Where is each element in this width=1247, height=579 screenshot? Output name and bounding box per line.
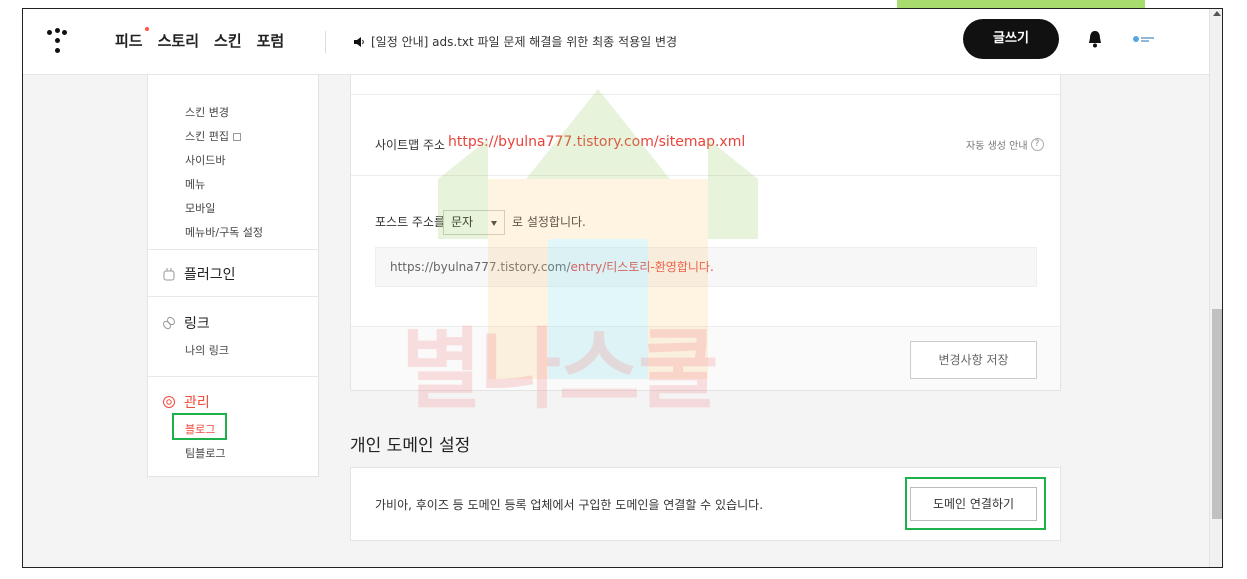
scroll-thumb[interactable] — [1212, 309, 1222, 519]
tistory-logo-icon[interactable] — [47, 28, 67, 54]
top-green-tab — [897, 0, 1145, 8]
nav-story-label: 스토리 — [157, 32, 200, 50]
sidebar-item-mobile[interactable]: 모바일 — [185, 200, 215, 216]
nav-skin[interactable]: 스킨 — [214, 30, 242, 51]
external-link-icon — [232, 133, 241, 141]
manage-label: 관리 — [184, 395, 210, 411]
top-header: 피드 스토리 스킨 포럼 [일정 안내] ads.txt 파일 문제 해결을 위… — [23, 9, 1209, 75]
link-icon — [163, 316, 175, 330]
notice-text: [일정 안내] ads.txt 파일 문제 해결을 위한 최종 적용일 변경 — [371, 35, 678, 49]
nav-forum[interactable]: 포럼 — [257, 30, 285, 51]
nav-forum-label: 포럼 — [256, 32, 285, 50]
plugin-icon — [163, 268, 175, 281]
sidebar-item-skin-edit[interactable]: 스킨 편집 — [185, 128, 241, 144]
nav-feed[interactable]: 피드 — [115, 27, 149, 51]
post-address-label: 포스트 주소를 — [375, 215, 446, 229]
post-url-preview: https://byulna777.tistory.com/entry/티스토리… — [375, 247, 1037, 287]
speaker-icon — [354, 36, 364, 47]
sidebar-item-sidebar[interactable]: 사이드바 — [185, 152, 225, 168]
scroll-up-icon[interactable] — [1213, 11, 1221, 16]
write-button[interactable]: 글쓰기 — [963, 19, 1059, 59]
post-address-select[interactable]: 문자 — [443, 210, 505, 235]
new-dot-icon — [144, 27, 149, 31]
sidebar-item-team-blog[interactable]: 팀블로그 — [185, 445, 225, 461]
header-divider — [325, 31, 326, 53]
sidebar-item-skin-change[interactable]: 스킨 변경 — [185, 104, 229, 120]
domain-description: 가비아, 후이즈 등 도메인 등록 업체에서 구입한 도메인을 연결할 수 있습… — [375, 498, 764, 512]
post-address-suffix: 로 설정합니다. — [512, 215, 586, 229]
row-divider — [351, 175, 1060, 176]
save-changes-button[interactable]: 변경사항 저장 — [910, 341, 1037, 379]
gear-icon — [163, 396, 175, 408]
sitemap-url[interactable]: https://byulna777.tistory.com/sitemap.xm… — [448, 134, 745, 150]
sitemap-help[interactable]: 자동 생성 안내 ? — [966, 137, 1044, 152]
post-address-select-value: 문자 — [451, 215, 474, 229]
nav-feed-label: 피드 — [115, 32, 143, 50]
sidebar-item-menu[interactable]: 메뉴 — [185, 176, 205, 192]
browser-frame: 별나스쿨 피드 스토리 스킨 포럼 [일정 안내] ads.txt 파일 문제 … — [22, 8, 1223, 568]
skin-edit-label: 스킨 편집 — [185, 130, 229, 143]
sidebar-divider — [148, 376, 318, 377]
sidebar-item-menubar[interactable]: 메뉴바/구독 설정 — [185, 224, 263, 240]
sidebar-item-plugin[interactable]: 플러그인 — [162, 264, 236, 284]
plugin-label: 플러그인 — [184, 267, 236, 283]
main-nav: 피드 스토리 스킨 포럼 — [115, 27, 285, 51]
nav-skin-label: 스킨 — [214, 32, 242, 50]
dropdown-arrow-icon — [491, 221, 497, 226]
blog-highlight-box — [172, 413, 227, 440]
sidebar-item-manage[interactable]: 관리 — [162, 392, 210, 412]
avatar[interactable] — [1131, 29, 1157, 49]
nav-story[interactable]: 스토리 — [158, 30, 199, 51]
connect-highlight-box — [905, 477, 1046, 530]
bell-icon[interactable] — [1086, 29, 1104, 49]
domain-section-title: 개인 도메인 설정 — [350, 436, 471, 456]
sidebar-item-my-link[interactable]: 나의 링크 — [185, 342, 229, 358]
watermark-text: 별나스쿨 — [401, 318, 719, 421]
help-icon: ? — [1030, 138, 1044, 151]
sitemap-help-text: 자동 생성 안내 — [966, 141, 1028, 152]
row-divider — [351, 94, 1060, 95]
preview-path: entry/티스토리-환영합니다. — [570, 260, 714, 274]
sidebar-divider — [148, 249, 318, 250]
sidebar-item-link[interactable]: 링크 — [162, 313, 210, 333]
sidebar-divider — [148, 296, 318, 297]
preview-base: https://byulna777.tistory.com/ — [390, 260, 571, 274]
sitemap-label: 사이트맵 주소 — [375, 138, 446, 152]
profile-logo-icon — [1133, 36, 1154, 42]
notice-bar[interactable]: [일정 안내] ads.txt 파일 문제 해결을 위한 최종 적용일 변경 — [353, 33, 677, 50]
link-label: 링크 — [184, 316, 210, 332]
vertical-scrollbar[interactable] — [1209, 9, 1222, 567]
